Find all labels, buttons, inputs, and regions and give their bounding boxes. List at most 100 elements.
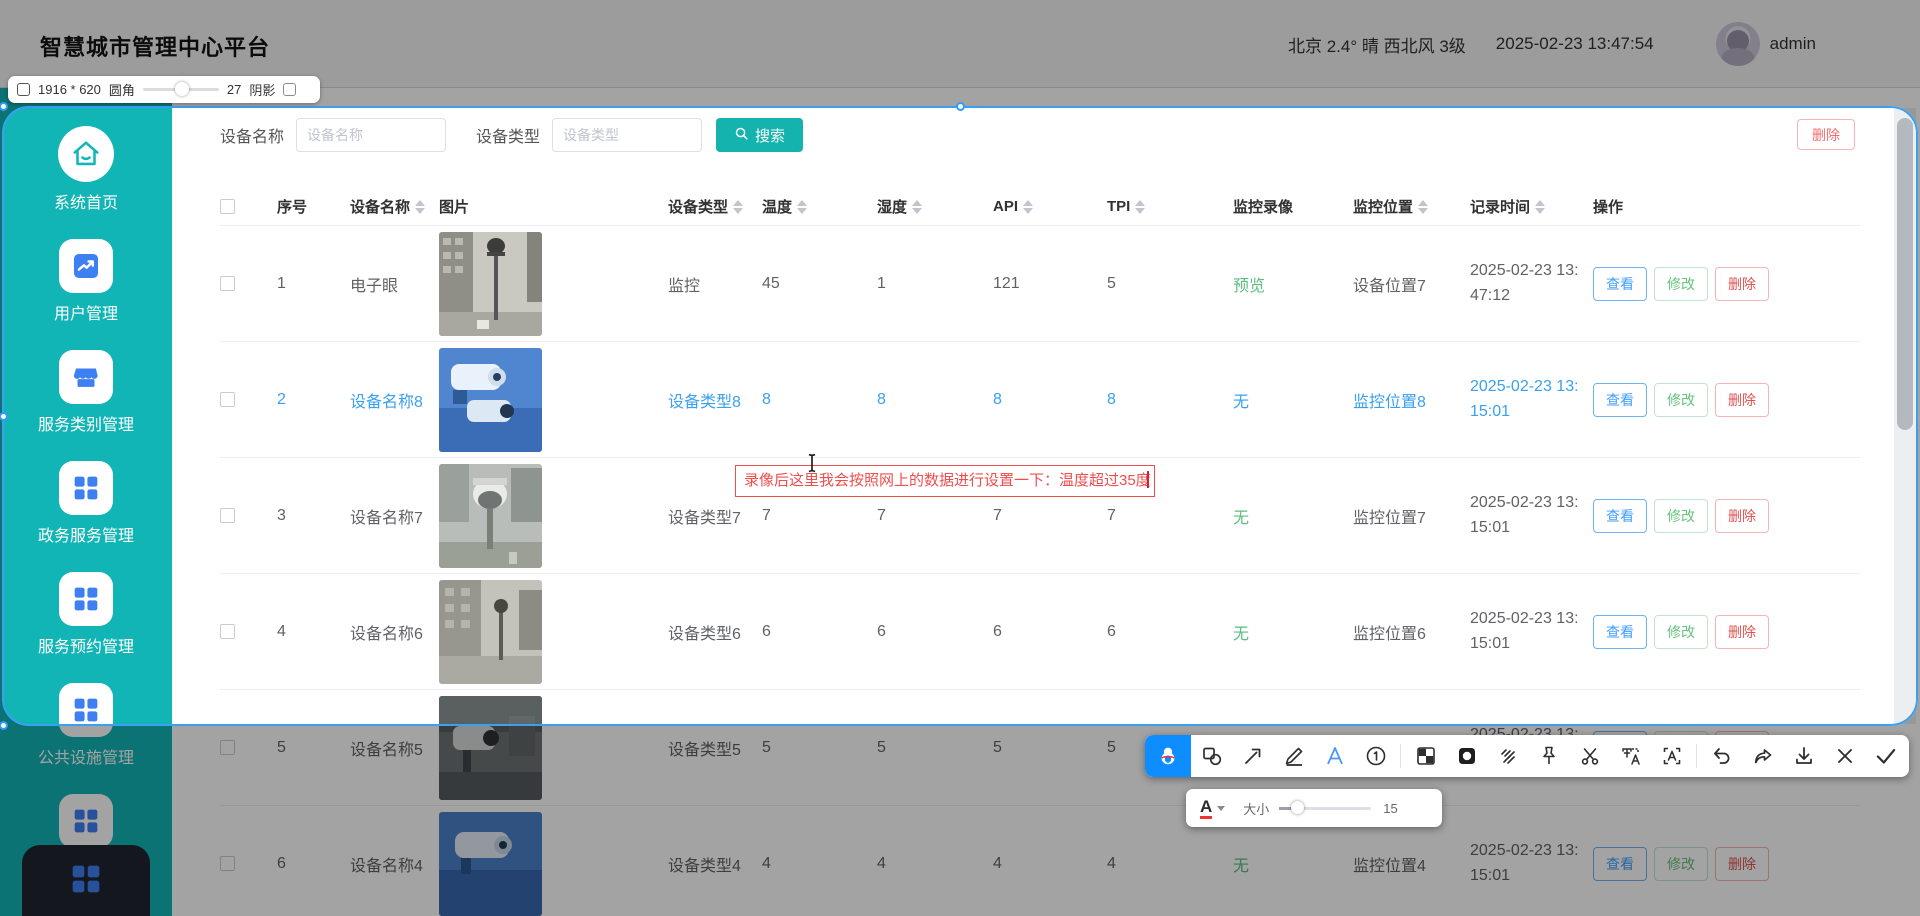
view-button[interactable]: 查看	[1593, 615, 1647, 649]
sidebar-item-reservation[interactable]: 服务预约管理	[38, 572, 134, 657]
delete-button[interactable]: 删除	[1715, 615, 1769, 649]
device-name-cell[interactable]: 设备名称7	[350, 504, 439, 528]
font-color-selector[interactable]: A	[1200, 798, 1212, 819]
device-name-cell[interactable]: 设备名称5	[350, 736, 439, 760]
blur-tool-icon[interactable]	[1446, 735, 1487, 777]
blue-cctv-closeup-photo[interactable]	[439, 348, 542, 452]
dome-camera-photo[interactable]	[439, 464, 542, 568]
vertical-scrollbar[interactable]	[1894, 108, 1916, 724]
sort-icon[interactable]	[912, 200, 922, 214]
wall-camera-photo[interactable]	[439, 696, 542, 800]
view-button[interactable]: 查看	[1593, 499, 1647, 533]
grid-icon	[59, 461, 113, 515]
sidebar-active-item[interactable]	[22, 845, 150, 916]
translate-tool-icon[interactable]	[1610, 735, 1651, 777]
table-row: 1 电子眼 监控 45 1 121 5 预览 设备位置7 2025-02-23 …	[220, 226, 1860, 342]
delete-button[interactable]: 删除	[1715, 267, 1769, 301]
avatar[interactable]	[1716, 22, 1760, 66]
capture-toolbar	[1145, 735, 1909, 777]
shadow-label: 阴影	[249, 80, 275, 99]
view-button[interactable]: 查看	[1593, 847, 1647, 881]
sidebar-item-public-facility[interactable]: 公共设施管理	[38, 683, 134, 768]
device-name-cell[interactable]: 设备名称4	[350, 852, 439, 876]
mosaic-tool-icon[interactable]	[1405, 735, 1446, 777]
device-name-cell[interactable]: 电子眼	[350, 272, 439, 296]
download-icon[interactable]	[1783, 735, 1824, 777]
sort-icon[interactable]	[733, 200, 743, 214]
corner-radius-label: 圆角	[109, 80, 135, 99]
sort-icon[interactable]	[797, 200, 807, 214]
row-checkbox[interactable]	[220, 508, 235, 523]
column-header: 温度	[762, 196, 877, 217]
shadow-checkbox[interactable]	[283, 83, 296, 96]
record-time: 2025-02-23 13:15:01	[1470, 839, 1579, 889]
hatch-tool-icon[interactable]	[1487, 735, 1528, 777]
sort-icon[interactable]	[1418, 200, 1428, 214]
chevron-down-icon[interactable]	[1217, 806, 1225, 811]
sidebar: 系统首页 用户管理 服务类别管理 政务服务管理	[0, 88, 172, 916]
row-checkbox[interactable]	[220, 624, 235, 639]
edit-button[interactable]: 修改	[1654, 267, 1708, 301]
select-all-checkbox[interactable]	[220, 199, 235, 214]
hazy-street-photo[interactable]	[439, 580, 542, 684]
redo-icon[interactable]	[1742, 735, 1783, 777]
home-icon	[58, 126, 114, 182]
view-button[interactable]: 查看	[1593, 383, 1647, 417]
video-preview-link[interactable]: 预览	[1233, 272, 1265, 296]
username-label[interactable]: admin	[1770, 34, 1816, 54]
edit-button[interactable]: 修改	[1654, 615, 1708, 649]
edit-button[interactable]: 修改	[1654, 383, 1708, 417]
grid-icon	[66, 859, 106, 916]
delete-button[interactable]: 删除	[1715, 383, 1769, 417]
undo-icon[interactable]	[1701, 735, 1742, 777]
annotation-text-box[interactable]: 录像后这里我会按照网上的数据进行设置一下：温度超过35度	[735, 465, 1155, 497]
delete-button[interactable]: 删除	[1715, 499, 1769, 533]
sidebar-item-gov-service[interactable]: 政务服务管理	[38, 461, 134, 546]
device-name-input[interactable]	[296, 118, 446, 152]
device-name-cell[interactable]: 设备名称8	[350, 388, 439, 412]
scroll-capture-tool-icon[interactable]	[1569, 735, 1610, 777]
column-header: 序号	[277, 196, 350, 217]
sort-icon[interactable]	[1535, 200, 1545, 214]
column-header: 湿度	[877, 196, 993, 217]
corner-radius-value: 27	[227, 82, 241, 97]
column-header: 图片	[439, 196, 668, 217]
scrollbar-thumb[interactable]	[1897, 118, 1913, 430]
edit-button[interactable]: 修改	[1654, 499, 1708, 533]
corner-radius-slider[interactable]	[143, 88, 219, 91]
pencil-tool-icon[interactable]	[1273, 735, 1314, 777]
sidebar-item-service-category[interactable]: 服务类别管理	[38, 350, 134, 435]
row-checkbox[interactable]	[220, 392, 235, 407]
record-time: 2025-02-23 13:15:01	[1470, 491, 1579, 541]
row-checkbox[interactable]	[220, 740, 235, 755]
search-icon	[734, 126, 749, 145]
search-button[interactable]: 搜索	[716, 118, 803, 152]
arrow-tool-icon[interactable]	[1232, 735, 1273, 777]
row-checkbox[interactable]	[220, 856, 235, 871]
pin-tool-icon[interactable]	[1528, 735, 1569, 777]
column-header: 监控录像	[1233, 196, 1353, 217]
sidebar-item-home[interactable]: 系统首页	[54, 126, 118, 213]
edit-button[interactable]: 修改	[1654, 847, 1708, 881]
selection-handle[interactable]	[956, 102, 965, 111]
text-tool-icon[interactable]	[1314, 735, 1355, 777]
number-badge-tool-icon[interactable]	[1355, 735, 1396, 777]
batch-delete-button[interactable]: 删除	[1797, 119, 1855, 150]
sort-icon[interactable]	[1135, 200, 1145, 214]
shapes-tool-icon[interactable]	[1191, 735, 1232, 777]
blue-cctv-photo[interactable]	[439, 812, 542, 916]
row-checkbox[interactable]	[220, 276, 235, 291]
device-name-cell[interactable]: 设备名称6	[350, 620, 439, 644]
street-pole-camera-photo[interactable]	[439, 232, 542, 336]
sidebar-item-users[interactable]: 用户管理	[54, 239, 118, 324]
confirm-check-icon[interactable]	[1865, 735, 1906, 777]
sort-icon[interactable]	[1023, 200, 1033, 214]
qq-logo-icon[interactable]	[1145, 735, 1191, 777]
delete-button[interactable]: 删除	[1715, 847, 1769, 881]
ocr-tool-icon[interactable]	[1651, 735, 1692, 777]
device-type-input[interactable]	[552, 118, 702, 152]
view-button[interactable]: 查看	[1593, 267, 1647, 301]
sort-icon[interactable]	[415, 200, 425, 214]
close-icon[interactable]	[1824, 735, 1865, 777]
font-size-slider[interactable]	[1279, 807, 1371, 810]
